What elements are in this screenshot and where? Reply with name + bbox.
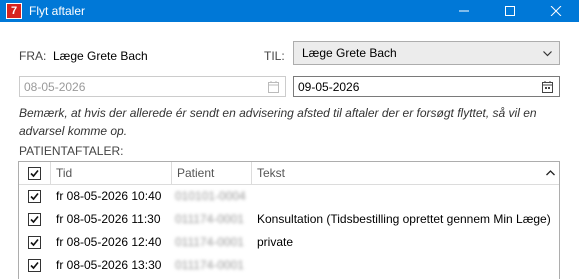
- calendar-icon: [268, 81, 279, 93]
- row-time: fr 08-05-2026 10:40: [56, 189, 162, 203]
- scroll-up-button[interactable]: [542, 162, 559, 184]
- maximize-button[interactable]: [487, 0, 533, 22]
- table-row[interactable]: fr 08-05-2026 11:30 011174-0001 Konsulta…: [19, 208, 559, 231]
- close-icon: [550, 6, 562, 16]
- from-provider: Læge Grete Bach: [53, 49, 148, 63]
- checkmark-icon: [30, 169, 39, 178]
- from-label: FRA:: [19, 49, 47, 63]
- title-bar: 7 Flyt aftaler: [0, 0, 579, 22]
- calendar-icon[interactable]: [542, 81, 553, 93]
- select-all-column: [19, 162, 51, 184]
- maximize-icon: [505, 6, 515, 16]
- appointments-table[interactable]: Tid Patient Tekst fr 08-05-2026 10:40 01…: [18, 161, 560, 279]
- chevron-down-icon: [543, 51, 552, 57]
- row-checkbox[interactable]: [28, 213, 41, 226]
- select-all-checkbox[interactable]: [28, 167, 41, 180]
- checkmark-icon: [30, 192, 39, 201]
- row-checkbox[interactable]: [28, 236, 41, 249]
- to-provider-value: Læge Grete Bach: [302, 46, 397, 60]
- row-time: fr 08-05-2026 12:40: [56, 235, 162, 249]
- chevron-up-icon: [546, 170, 555, 176]
- row-checkbox[interactable]: [28, 259, 41, 272]
- to-provider-dropdown[interactable]: Læge Grete Bach: [293, 41, 560, 65]
- warning-note: Bemærk, at hvis der allerede ér sendt en…: [19, 106, 537, 138]
- row-text: private: [257, 235, 294, 249]
- window-title: Flyt aftaler: [29, 4, 86, 18]
- column-header-tid[interactable]: Tid: [51, 162, 172, 184]
- minimize-icon: [459, 10, 469, 12]
- table-header: Tid Patient Tekst: [19, 162, 559, 185]
- row-patient: 011174-0001: [175, 258, 244, 272]
- column-header-tekst[interactable]: Tekst: [252, 162, 542, 184]
- checkmark-icon: [30, 238, 39, 247]
- row-text: Konsultation (Tidsbestilling oprettet ge…: [257, 212, 551, 226]
- row-patient: 011174-0001: [175, 235, 244, 249]
- row-patient: 011174-0001: [175, 212, 244, 226]
- checkmark-icon: [30, 261, 39, 270]
- to-date-field[interactable]: 09-05-2026: [293, 76, 560, 97]
- close-button[interactable]: [533, 0, 579, 22]
- table-row[interactable]: fr 08-05-2026 12:40 011174-0001 private: [19, 231, 559, 254]
- minimize-button[interactable]: [441, 0, 487, 22]
- column-header-patient[interactable]: Patient: [172, 162, 252, 184]
- row-time: fr 08-05-2026 11:30: [56, 212, 161, 226]
- row-time: fr 08-05-2026 13:30: [56, 258, 162, 272]
- row-checkbox[interactable]: [28, 190, 41, 203]
- table-row[interactable]: fr 08-05-2026 13:30 011174-0001: [19, 254, 559, 277]
- to-label: TIL:: [264, 49, 285, 63]
- checkmark-icon: [30, 215, 39, 224]
- from-date-value: 08-05-2026: [24, 80, 86, 94]
- row-patient: 010101-0004: [175, 189, 246, 203]
- appointments-label: PATIENTAFTALER:: [19, 144, 124, 158]
- to-date-value: 09-05-2026: [298, 80, 360, 94]
- table-row[interactable]: fr 08-05-2026 10:40 010101-0004: [19, 185, 559, 208]
- app-icon: 7: [6, 3, 22, 19]
- from-date-field: 08-05-2026: [19, 76, 286, 97]
